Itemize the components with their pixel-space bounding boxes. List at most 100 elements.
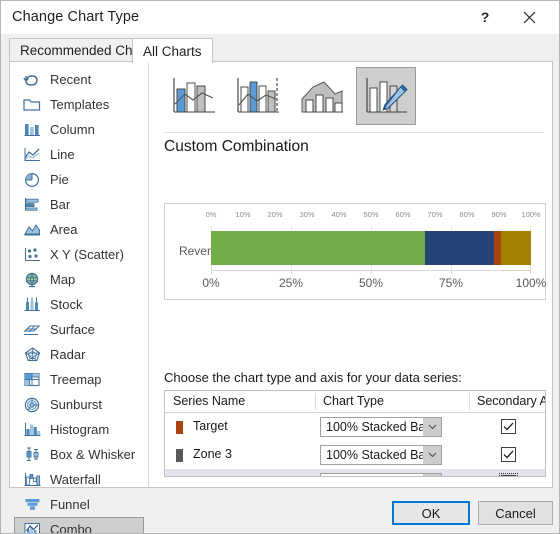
- recent-icon: [21, 70, 43, 90]
- chart-stacked-bar: [211, 231, 531, 265]
- top-axis-tick-label: 100%: [521, 210, 541, 219]
- sidebar-item-label: Histogram: [50, 422, 110, 437]
- thumbnail-custom-combination[interactable]: [356, 67, 416, 125]
- close-button[interactable]: [511, 1, 547, 33]
- top-axis-tick-label: 60%: [395, 210, 411, 219]
- sidebar-item-treemap[interactable]: Treemap: [14, 367, 144, 392]
- sidebar-item-map[interactable]: Map: [14, 267, 144, 292]
- sidebar-item-label: Line: [50, 147, 75, 162]
- sidebar-item-label: Bar: [50, 197, 71, 212]
- help-button[interactable]: ?: [467, 1, 503, 33]
- sidebar-item-label: Box & Whisker: [50, 447, 136, 462]
- bar-segment: [211, 231, 426, 265]
- sidebar-item-label: Recent: [50, 72, 92, 87]
- cancel-button-label: Cancel: [495, 505, 536, 521]
- all-charts-panel: Recent Templates Column Line Pie Bar Are…: [9, 61, 553, 533]
- sidebar-item-radar[interactable]: Radar: [14, 342, 144, 367]
- series-caption: Choose the chart type and axis for your …: [164, 370, 462, 385]
- secondary-axis-checkbox[interactable]: [501, 447, 516, 462]
- treemap-icon: [21, 370, 43, 390]
- combo-subtype-gallery[interactable]: [164, 67, 416, 129]
- sidebar-item-label: Column: [50, 122, 95, 137]
- sidebar-item-box-whisker[interactable]: Box & Whisker: [14, 442, 144, 467]
- thumbnail-stacked-area-clustered-column[interactable]: [292, 67, 352, 125]
- ok-button[interactable]: OK: [392, 501, 470, 525]
- tab-all-charts[interactable]: All Charts: [132, 38, 213, 63]
- sidebar-item-templates[interactable]: Templates: [14, 92, 144, 117]
- chart-type-dropdown[interactable]: 100% Stacked Bar: [320, 417, 442, 437]
- chart-type-value: 100% Stacked Bar: [326, 448, 423, 462]
- chart-type-dropdown[interactable]: 100% Stacked Bar: [320, 473, 442, 477]
- line-icon: [21, 145, 43, 165]
- chart-type-dropdown[interactable]: 100% Stacked Bar: [320, 445, 442, 465]
- sunburst-icon: [21, 395, 43, 415]
- top-axis-tick-label: 50%: [363, 210, 379, 219]
- chevron-down-icon: [423, 446, 441, 464]
- sidebar-item-funnel[interactable]: Funnel: [14, 492, 144, 517]
- cancel-button[interactable]: Cancel: [478, 501, 553, 525]
- area-icon: [21, 220, 43, 240]
- histogram-icon: [21, 420, 43, 440]
- bottom-axis-tick-label: 50%: [358, 276, 384, 290]
- sidebar-item-waterfall[interactable]: Waterfall: [14, 467, 144, 492]
- thumbnail-clustered-column-line-secondary-axis[interactable]: [228, 67, 288, 125]
- chart-preview: 0% 10% 20% 30% 40% 50% 60% 70% 80% 90% 100% Revenu…: [164, 203, 546, 300]
- radar-icon: [21, 345, 43, 365]
- sidebar-item-bar[interactable]: Bar: [14, 192, 144, 217]
- sidebar-item-label: Area: [50, 222, 78, 237]
- sidebar-item-label: Surface: [50, 322, 95, 337]
- series-table-header: Series Name Chart Type Secondary Axis: [165, 391, 545, 413]
- secondary-axis-checkbox[interactable]: [501, 419, 516, 434]
- top-axis-tick-label: 80%: [459, 210, 475, 219]
- table-row[interactable]: Target 100% Stacked Bar: [165, 413, 545, 441]
- table-row[interactable]: Zone 3 100% Stacked Bar: [165, 441, 545, 469]
- close-icon: [523, 11, 535, 23]
- gallery-divider: [164, 132, 544, 133]
- secondary-axis-checkbox[interactable]: [499, 473, 518, 476]
- table-row[interactable]: Zone 4 100% Stacked Bar: [165, 469, 545, 477]
- sidebar-item-surface[interactable]: Surface: [14, 317, 144, 342]
- top-axis-tick-label: 40%: [331, 210, 347, 219]
- scatter-icon: [21, 245, 43, 265]
- sidebar-item-label: Radar: [50, 347, 86, 362]
- stacked-area-clustered-column-icon: [301, 81, 343, 113]
- axis-tick: [530, 270, 531, 274]
- chart-top-axis-labels: 0% 10% 20% 30% 40% 50% 60% 70% 80% 90% 100%: [206, 210, 541, 222]
- sidebar-item-histogram[interactable]: Histogram: [14, 417, 144, 442]
- chart-type-value: 100% Stacked Bar: [326, 420, 423, 434]
- funnel-icon: [21, 495, 43, 515]
- chart-type-sidebar[interactable]: Recent Templates Column Line Pie Bar Are…: [10, 62, 149, 533]
- sidebar-item-scatter[interactable]: X Y (Scatter): [14, 242, 144, 267]
- check-icon: [503, 422, 514, 431]
- thumbnail-clustered-column-line[interactable]: [164, 67, 224, 125]
- bottom-axis-tick-label: 25%: [278, 276, 304, 290]
- series-color-swatch: [176, 449, 183, 462]
- chart-type-value: 100% Stacked Bar: [321, 476, 423, 477]
- sidebar-item-pie[interactable]: Pie: [14, 167, 144, 192]
- sidebar-item-combo[interactable]: Combo: [14, 517, 144, 533]
- bottom-axis-tick-label: 75%: [438, 276, 464, 290]
- sidebar-item-stock[interactable]: Stock: [14, 292, 144, 317]
- pie-icon: [21, 170, 43, 190]
- axis-tick: [371, 270, 372, 274]
- ok-button-label: OK: [421, 505, 441, 521]
- box-whisker-icon: [21, 445, 43, 465]
- chevron-down-icon: [423, 474, 441, 476]
- sidebar-item-column[interactable]: Column: [14, 117, 144, 142]
- dialog-title: Change Chart Type: [12, 9, 140, 25]
- sidebar-item-recent[interactable]: Recent: [14, 67, 144, 92]
- tab-all-charts-label: All Charts: [143, 43, 202, 59]
- sidebar-item-line[interactable]: Line: [14, 142, 144, 167]
- sidebar-item-area[interactable]: Area: [14, 217, 144, 242]
- sidebar-item-label: Templates: [50, 97, 110, 112]
- top-axis-tick-label: 0%: [205, 210, 217, 219]
- axis-tick: [291, 270, 292, 274]
- custom-combination-icon: [366, 78, 408, 113]
- sidebar-item-sunburst[interactable]: Sunburst: [14, 392, 144, 417]
- sidebar-item-label: Funnel: [50, 497, 90, 512]
- clustered-column-line-secondary-axis-icon: [237, 78, 279, 113]
- tab-strip: Recommended Charts All Charts: [1, 34, 559, 63]
- top-axis-tick-label: 30%: [299, 210, 315, 219]
- sidebar-item-label: Sunburst: [50, 397, 103, 412]
- column-header-secondary-axis: Secondary Axis: [477, 394, 545, 408]
